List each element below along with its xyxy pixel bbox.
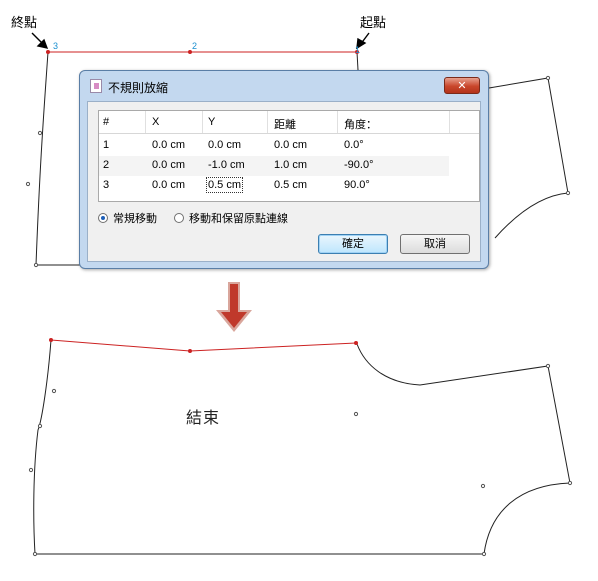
close-button[interactable]: ✕	[444, 77, 480, 94]
column-header-angle[interactable]: 角度：	[344, 116, 377, 132]
transition-arrow	[216, 282, 252, 332]
cell-angle[interactable]: 0.0°	[344, 139, 364, 151]
radio-move-keep-origin-label: 移動和保留原點連線	[189, 212, 288, 225]
cancel-button[interactable]: 取消	[400, 234, 470, 254]
radio-unselected-icon[interactable]	[174, 213, 184, 223]
radio-normal-move[interactable]: 常規移動	[98, 210, 157, 226]
points-table: # X Y 距離 角度： 1 0.0 cm 0.0 cm 0.0 cm 0.0°…	[98, 110, 480, 202]
cell-angle[interactable]: 90.0°	[344, 179, 370, 191]
app-icon	[90, 79, 102, 93]
cell-y-editing[interactable]: 0.5 cm	[205, 177, 244, 193]
point-number-3: 3	[53, 41, 59, 51]
end-point-label: 終點	[11, 16, 38, 31]
cell-angle[interactable]: -90.0°	[344, 159, 373, 171]
column-header-distance[interactable]: 距離	[274, 116, 296, 132]
edit-line-before	[46, 50, 359, 54]
cell-distance[interactable]: 1.0 cm	[274, 159, 307, 171]
dialog-body: # X Y 距離 角度： 1 0.0 cm 0.0 cm 0.0 cm 0.0°…	[87, 101, 481, 262]
pattern-piece-after	[33, 339, 571, 555]
cell-y[interactable]: 0.0 cm	[208, 139, 241, 151]
table-header: # X Y 距離 角度：	[99, 111, 479, 134]
column-header-y[interactable]: Y	[208, 116, 215, 128]
table-row[interactable]: 2 0.0 cm -1.0 cm 1.0 cm -90.0°	[99, 156, 449, 176]
point-number-1: 1	[355, 45, 361, 55]
cell-x[interactable]: 0.0 cm	[152, 179, 185, 191]
point-number-2: 2	[192, 41, 198, 51]
radio-move-keep-origin[interactable]: 移動和保留原點連線	[174, 210, 288, 226]
cell-x[interactable]: 0.0 cm	[152, 159, 185, 171]
cell-num: 2	[103, 159, 110, 171]
cell-distance[interactable]: 0.5 cm	[274, 179, 307, 191]
radio-selected-icon[interactable]	[98, 213, 108, 223]
callout-arrows	[31, 32, 370, 50]
cell-x[interactable]: 0.0 cm	[152, 139, 185, 151]
cell-num: 1	[103, 139, 110, 151]
start-point-label: 起點	[360, 16, 387, 31]
column-header-x[interactable]: X	[152, 116, 159, 128]
irregular-scale-dialog: 不規則放縮 ✕ # X Y 距離 角度： 1 0.0 cm 0.0 cm 0.0…	[79, 70, 489, 269]
dialog-title: 不規則放縮	[108, 81, 169, 95]
ok-button[interactable]: 確定	[318, 234, 388, 254]
cell-distance[interactable]: 0.0 cm	[274, 139, 307, 151]
cell-num: 3	[103, 179, 110, 191]
dialog-titlebar[interactable]: 不規則放縮 ✕	[80, 71, 488, 101]
column-header-num[interactable]: #	[103, 116, 109, 128]
radio-normal-move-label: 常規移動	[113, 212, 157, 225]
table-row[interactable]: 1 0.0 cm 0.0 cm 0.0 cm 0.0°	[99, 136, 449, 156]
result-label: 結束	[186, 408, 221, 427]
pattern-points-after	[28, 363, 573, 557]
table-row[interactable]: 3 0.0 cm 0.5 cm 0.5 cm 90.0°	[99, 176, 449, 196]
cell-y[interactable]: -1.0 cm	[208, 159, 245, 171]
edit-line-after	[49, 338, 358, 353]
